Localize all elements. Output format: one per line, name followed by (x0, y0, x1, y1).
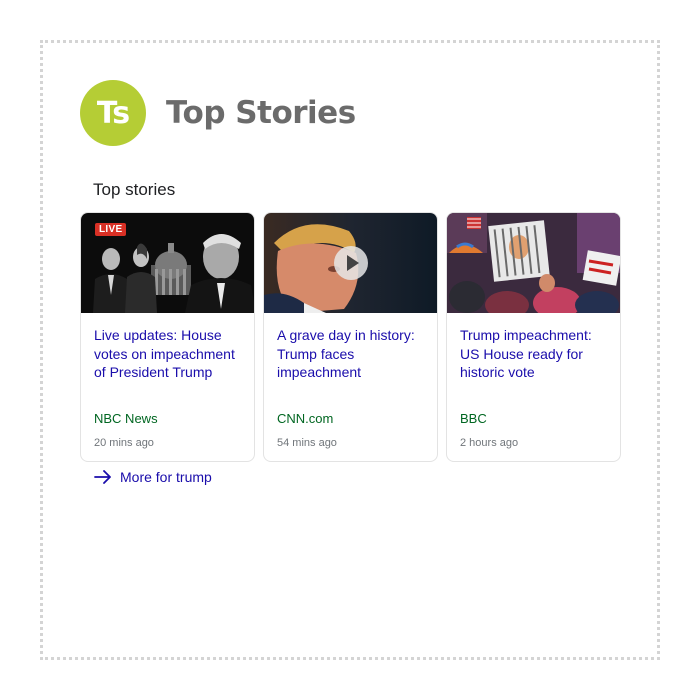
arrow-right-icon (94, 470, 111, 484)
story-thumbnail (264, 213, 437, 313)
story-timestamp: 2 hours ago (460, 437, 519, 449)
story-source: CNN.com (277, 411, 334, 426)
story-thumbnail: LIVE (81, 213, 254, 313)
story-thumbnail (447, 213, 620, 313)
story-card[interactable]: A grave day in history: Trump faces impe… (263, 212, 438, 462)
page-title: Top Stories (166, 95, 356, 131)
play-icon[interactable] (334, 246, 368, 280)
story-timestamp: 20 mins ago (94, 437, 154, 449)
story-source: BBC (460, 411, 487, 426)
section-heading: Top stories (93, 180, 176, 199)
story-headline[interactable]: Live updates: House votes on impeachment… (94, 326, 246, 382)
more-link-label: More for trump (120, 469, 212, 485)
story-card[interactable]: Trump impeachment: US House ready for hi… (446, 212, 621, 462)
story-headline[interactable]: Trump impeachment: US House ready for hi… (460, 326, 612, 382)
story-card[interactable]: LIVE Live updates: House votes on impeac… (80, 212, 255, 462)
logo-badge: Ts (80, 80, 146, 146)
story-source: NBC News (94, 411, 158, 426)
more-link[interactable]: More for trump (94, 469, 212, 485)
live-badge: LIVE (95, 223, 127, 236)
page-header: Ts Top Stories (80, 80, 356, 146)
story-timestamp: 54 mins ago (277, 437, 337, 449)
story-carousel: LIVE Live updates: House votes on impeac… (80, 212, 621, 462)
story-headline[interactable]: A grave day in history: Trump faces impe… (277, 326, 429, 382)
